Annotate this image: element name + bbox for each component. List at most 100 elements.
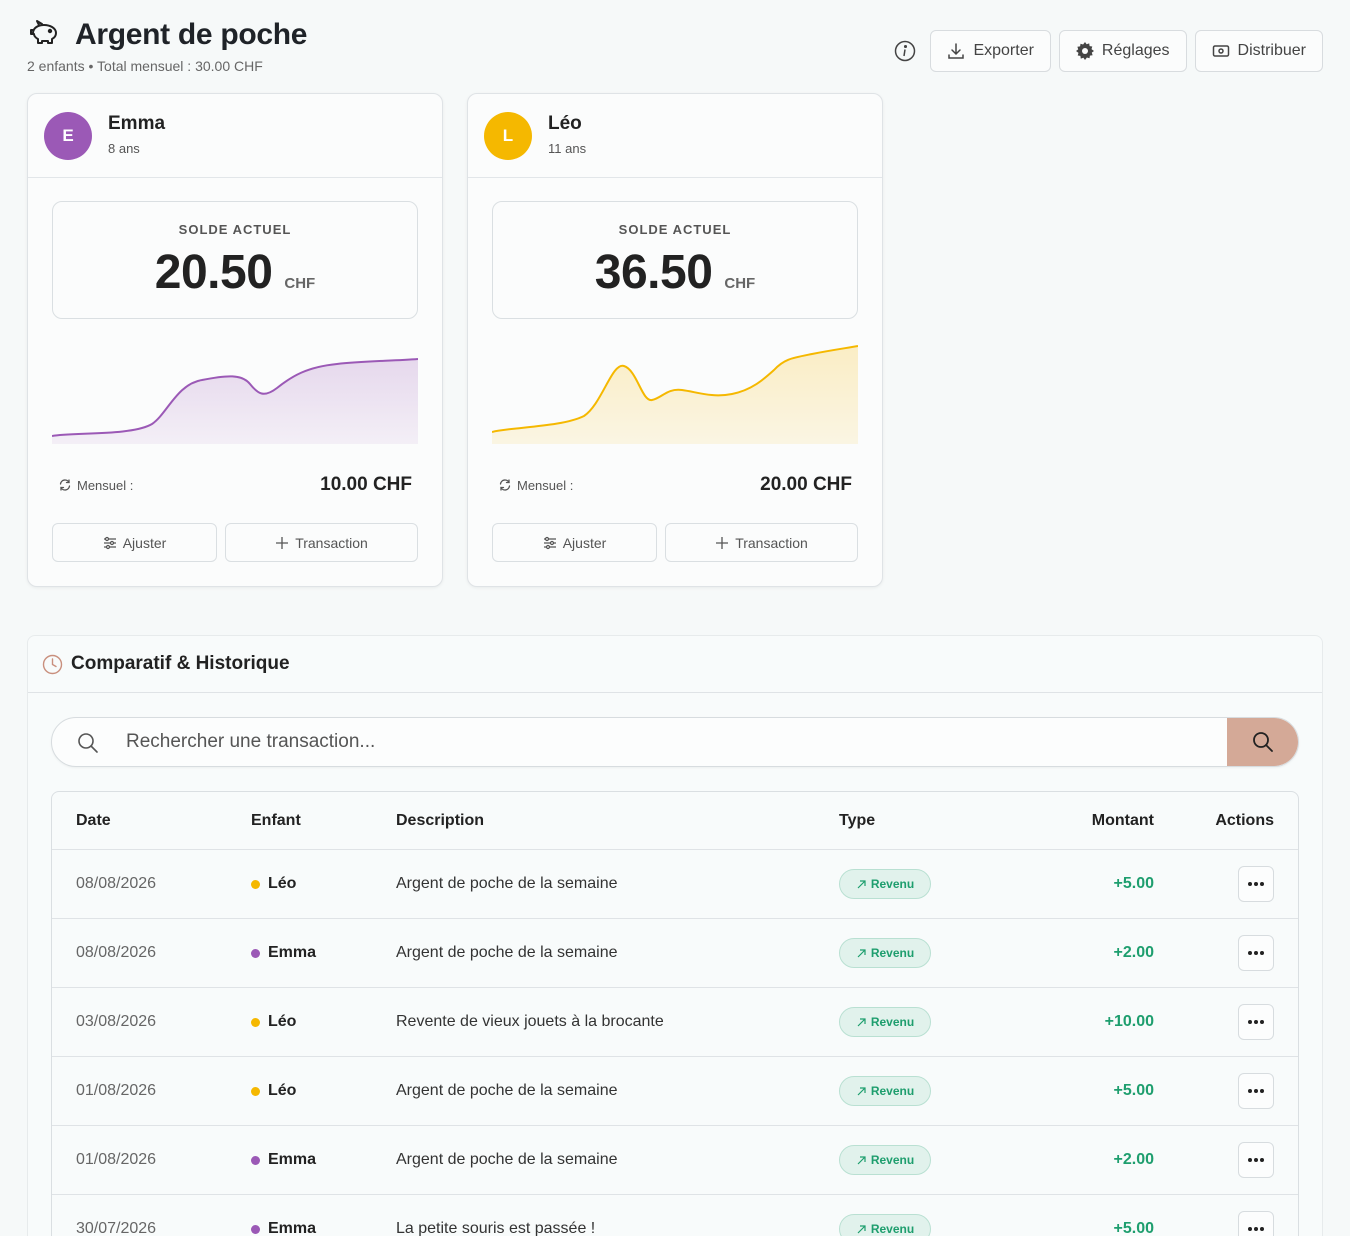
- column-amount[interactable]: Montant: [1092, 812, 1154, 830]
- settings-label: Réglages: [1101, 42, 1170, 59]
- search-icon: [78, 733, 98, 753]
- table-row[interactable]: 01/08/2026 Léo Argent de poche de la sem…: [52, 1057, 1298, 1126]
- row-actions-button[interactable]: [1238, 1211, 1274, 1236]
- refresh-icon: [59, 479, 71, 491]
- transaction-label: Transaction: [735, 534, 808, 551]
- child-card-leo: L Léo 11 ans SOLDE ACTUEL 36.50 CHF Mens…: [467, 93, 883, 587]
- balance-label: SOLDE ACTUEL: [178, 222, 292, 237]
- adjust-button[interactable]: Ajuster: [52, 523, 217, 562]
- adjust-button[interactable]: Ajuster: [492, 523, 657, 562]
- child-name: Emma: [108, 113, 166, 134]
- table-row[interactable]: 03/08/2026 Léo Revente de vieux jouets à…: [52, 988, 1298, 1057]
- row-description: Revente de vieux jouets à la brocante: [396, 1013, 664, 1030]
- row-child-name: Emma: [268, 1220, 317, 1236]
- balance-value: 36.50: [594, 246, 713, 299]
- row-child: Léo: [251, 875, 296, 893]
- type-label: Revenu: [870, 1153, 915, 1167]
- type-label: Revenu: [870, 946, 915, 960]
- row-amount: +5.00: [1113, 1082, 1154, 1099]
- column-description[interactable]: Description: [396, 812, 484, 830]
- table-row[interactable]: 01/08/2026 Emma Argent de poche de la se…: [52, 1126, 1298, 1195]
- row-description: Argent de poche de la semaine: [396, 944, 618, 961]
- row-child-name: Emma: [268, 1151, 317, 1168]
- type-label: Revenu: [870, 1084, 915, 1098]
- child-name: Léo: [548, 113, 582, 134]
- row-amount: +5.00: [1113, 1220, 1154, 1236]
- add-transaction-button[interactable]: Transaction: [225, 523, 418, 562]
- ellipsis-icon: [1248, 1227, 1264, 1231]
- row-amount: +2.00: [1113, 1151, 1154, 1168]
- balance-currency: CHF: [284, 275, 316, 292]
- balance-sparkline: [492, 345, 858, 444]
- balance-label: SOLDE ACTUEL: [618, 222, 732, 237]
- row-date: 03/08/2026: [76, 1013, 157, 1030]
- row-description: Argent de poche de la semaine: [396, 1082, 618, 1099]
- column-actions: Actions: [1215, 812, 1274, 829]
- table-row[interactable]: 08/08/2026 Léo Argent de poche de la sem…: [52, 850, 1298, 919]
- settings-button[interactable]: Réglages: [1058, 30, 1187, 72]
- child-dot: [251, 879, 260, 889]
- balance-box: SOLDE ACTUEL 20.50 CHF: [52, 201, 418, 319]
- balance-currency: CHF: [724, 275, 756, 292]
- plus-icon: [276, 536, 289, 549]
- monthly-label: Mensuel :: [77, 477, 134, 493]
- clock-icon: [42, 654, 63, 674]
- table-row[interactable]: 30/07/2026 Emma La petite souris est pas…: [52, 1195, 1298, 1236]
- row-description: Argent de poche de la semaine: [396, 1151, 618, 1168]
- plus-icon: [716, 536, 729, 549]
- table-row[interactable]: 08/08/2026 Emma Argent de poche de la se…: [52, 919, 1298, 988]
- transaction-label: Transaction: [295, 534, 368, 551]
- refresh-icon: [499, 479, 511, 491]
- adjust-label: Ajuster: [122, 534, 167, 551]
- monthly-value: 10.00 CHF: [320, 474, 412, 495]
- type-badge: Revenu: [839, 1145, 931, 1175]
- row-actions-button[interactable]: [1238, 935, 1274, 971]
- avatar: E: [44, 112, 92, 160]
- ellipsis-icon: [1248, 951, 1264, 955]
- gear-icon: [1075, 42, 1094, 60]
- child-dot: [251, 1086, 260, 1096]
- column-type[interactable]: Type: [839, 812, 875, 830]
- row-date: 01/08/2026: [76, 1082, 157, 1099]
- ellipsis-icon: [1248, 1020, 1264, 1024]
- row-actions-button[interactable]: [1238, 1004, 1274, 1040]
- type-label: Revenu: [870, 877, 915, 891]
- transactions-table: Date Enfant Description Type Montant Act…: [51, 791, 1299, 1236]
- search-icon: [1252, 732, 1273, 752]
- type-badge: Revenu: [839, 1007, 931, 1037]
- type-badge: Revenu: [839, 1076, 931, 1106]
- export-button[interactable]: Exporter: [930, 30, 1051, 72]
- row-child-name: Emma: [268, 944, 317, 961]
- download-icon: [948, 43, 965, 59]
- monthly-allowance: Mensuel : 20.00 CHF: [498, 474, 852, 496]
- info-icon[interactable]: [894, 40, 916, 62]
- distribute-button[interactable]: Distribuer: [1194, 30, 1323, 72]
- row-child-name: Léo: [268, 1082, 297, 1099]
- row-child: Léo: [251, 1082, 296, 1100]
- row-description: Argent de poche de la semaine: [396, 875, 618, 892]
- arrow-up-right-icon: [857, 1017, 866, 1026]
- row-actions-button[interactable]: [1238, 1073, 1274, 1109]
- row-date: 30/07/2026: [76, 1220, 157, 1236]
- search-input[interactable]: [126, 718, 1216, 766]
- type-badge: Revenu: [839, 1214, 931, 1236]
- top-actions: Exporter Réglages Distribuer: [894, 30, 1323, 72]
- row-actions-button[interactable]: [1238, 866, 1274, 902]
- row-amount: +5.00: [1113, 875, 1154, 892]
- column-child[interactable]: Enfant: [251, 812, 301, 830]
- search-button[interactable]: [1227, 718, 1298, 766]
- arrow-up-right-icon: [857, 879, 866, 888]
- row-description: La petite souris est passée !: [396, 1220, 596, 1236]
- add-transaction-button[interactable]: Transaction: [665, 523, 858, 562]
- child-age: 8 ans: [108, 141, 140, 156]
- arrow-up-right-icon: [857, 948, 866, 957]
- ellipsis-icon: [1248, 882, 1264, 886]
- row-actions-button[interactable]: [1238, 1142, 1274, 1178]
- row-child-name: Léo: [268, 875, 297, 892]
- child-card-header: L Léo 11 ans: [468, 94, 882, 178]
- sliders-icon: [103, 536, 116, 549]
- child-age: 11 ans: [548, 141, 587, 156]
- row-child: Emma: [251, 1151, 316, 1169]
- type-badge: Revenu: [839, 938, 931, 968]
- column-date[interactable]: Date: [76, 812, 111, 830]
